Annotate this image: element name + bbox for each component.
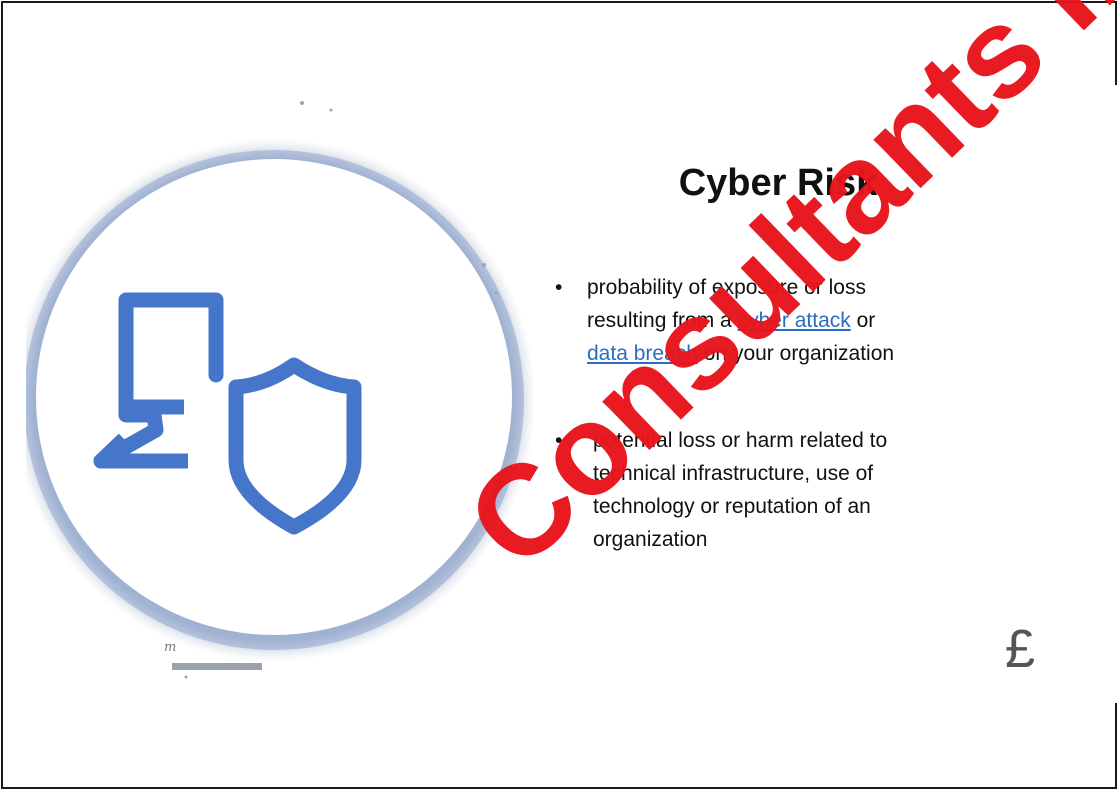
bullet-1-line-3: data breach on your organization	[587, 342, 895, 365]
divider-bar	[172, 663, 262, 670]
slide-title: Cyber Risk	[678, 162, 878, 204]
bullet-1: • probability of exposure or loss result…	[555, 271, 1027, 370]
bullet-marker: •	[555, 429, 563, 452]
bullet-marker: •	[555, 276, 563, 299]
small-mark: m	[164, 640, 177, 655]
data-breach-link[interactable]: data breach	[587, 342, 698, 365]
bullet-1-line-1: probability of exposure or loss	[587, 276, 866, 299]
bullet-2: • potential loss or harm related to tech…	[555, 424, 973, 556]
shield-icon	[228, 357, 362, 535]
circle-illustration	[26, 101, 536, 679]
pound-symbol: £	[1005, 619, 1036, 679]
bullet-2-text: potential loss or harm related to techni…	[593, 429, 888, 551]
cyber-attack-link[interactable]: cyber attack	[738, 309, 851, 332]
bullet-1-line-2: resulting from a cyber attack or	[587, 309, 876, 332]
